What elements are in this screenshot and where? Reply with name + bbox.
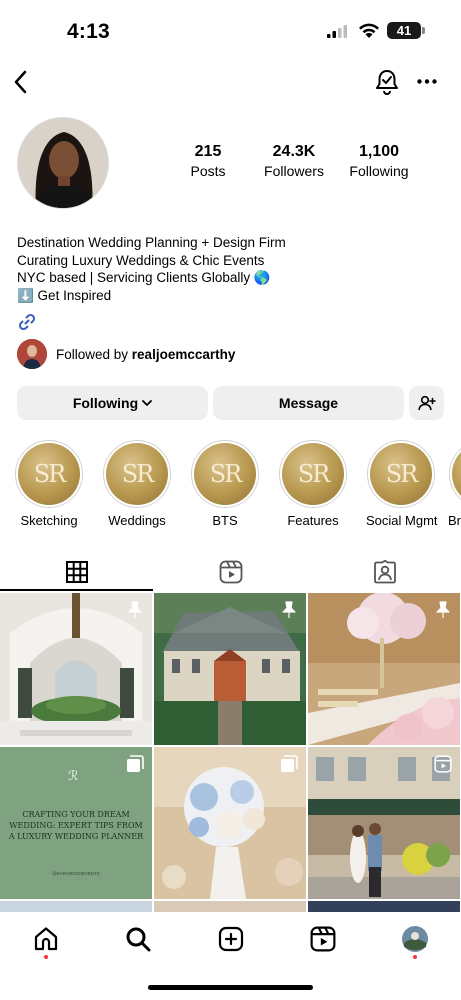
- pin-icon: [436, 601, 450, 618]
- tab-reels[interactable]: [154, 553, 307, 591]
- profile-bio: Destination Wedding Planning + Design Fi…: [17, 234, 286, 304]
- grid-post[interactable]: [0, 901, 152, 912]
- carousel-icon: [127, 755, 144, 772]
- posts-count[interactable]: 215 Posts: [163, 143, 253, 179]
- battery-icon: 41: [387, 22, 421, 39]
- create-icon: [218, 926, 244, 952]
- add-user-button[interactable]: [409, 386, 444, 420]
- home-icon: [34, 927, 58, 951]
- battery-tip: [422, 27, 425, 34]
- post-monogram: ℛ: [68, 769, 79, 784]
- wifi-icon: [359, 23, 379, 38]
- grid-icon: [65, 561, 88, 583]
- more-horizontal-icon[interactable]: [417, 79, 437, 84]
- message-button[interactable]: Message: [213, 386, 404, 420]
- highlight-bts[interactable]: SR BTS: [190, 440, 260, 528]
- followers-label: Followers: [264, 163, 324, 179]
- posts-value: 215: [194, 143, 222, 160]
- post-handle: @SARAROSSEVENTS: [52, 871, 100, 876]
- profile-avatar[interactable]: [17, 117, 109, 209]
- grid-post[interactable]: [154, 901, 306, 912]
- follower-avatar: [17, 339, 47, 369]
- nav-profile[interactable]: [400, 924, 430, 954]
- followers-value: 24.3K: [272, 143, 316, 160]
- followed-by[interactable]: Followed by realjoemccarthy: [17, 339, 235, 369]
- status-bar: 4:13 41: [0, 0, 461, 62]
- followed-by-username: realjoemccarthy: [131, 346, 236, 362]
- notification-dot: [413, 955, 417, 959]
- highlight-label: Social Mgmt: [366, 513, 438, 528]
- highlight-sketching[interactable]: SR Sketching: [14, 440, 84, 528]
- posts-label: Posts: [190, 163, 226, 179]
- following-label: Following: [349, 163, 409, 179]
- pin-icon: [128, 601, 142, 618]
- bio-line: NYC based | Servicing Clients Globally 🌎: [17, 270, 271, 285]
- active-tab-indicator: [0, 589, 153, 591]
- following-count[interactable]: 1,100 Following: [334, 143, 424, 179]
- highlight-social-mgmt[interactable]: SR Social Mgmt: [366, 440, 438, 528]
- highlight-label: Sketching: [20, 513, 78, 528]
- highlight-cover: SR: [18, 443, 80, 505]
- link-icon[interactable]: [17, 312, 37, 332]
- highlight-partial[interactable]: SR Br: [448, 440, 461, 528]
- home-indicator: [148, 985, 313, 990]
- nav-search[interactable]: [123, 924, 153, 954]
- status-time: 4:13: [67, 20, 110, 43]
- highlight-cover: SR: [106, 443, 168, 505]
- following-value: 1,100: [358, 143, 400, 160]
- following-button-label: Following: [72, 395, 139, 411]
- grid-post[interactable]: [308, 747, 460, 899]
- bio-line: Curating Luxury Weddings & Chic Events: [17, 252, 265, 268]
- grid-post[interactable]: [308, 593, 460, 745]
- grid-post[interactable]: [308, 901, 460, 912]
- highlight-cover: SR: [282, 443, 344, 505]
- chevron-down-icon: [142, 399, 153, 406]
- grid-post[interactable]: [154, 747, 306, 899]
- tab-posts[interactable]: [0, 553, 153, 591]
- highlight-clip: SR Br: [448, 440, 461, 540]
- grid-post[interactable]: [0, 593, 152, 745]
- highlight-cover: SR: [370, 443, 432, 505]
- bio-line: Destination Wedding Planning + Design Fi…: [17, 235, 286, 250]
- highlight-label: Features: [287, 513, 339, 528]
- add-user-icon: [417, 395, 436, 411]
- message-button-label: Message: [278, 395, 339, 411]
- tab-tagged[interactable]: [308, 553, 461, 591]
- grid-post[interactable]: ℛ CRAFTING YOUR DREAM WEDDING: EXPERT TI…: [0, 747, 152, 899]
- nav-home[interactable]: [31, 924, 61, 954]
- followed-by-text: Followed by realjoemccarthy: [56, 346, 236, 362]
- carousel-icon: [281, 755, 298, 772]
- profile-avatar-icon: [402, 926, 428, 952]
- nav-reels[interactable]: [308, 924, 338, 954]
- highlight-features[interactable]: SR Features: [278, 440, 348, 528]
- highlight-weddings[interactable]: SR Weddings: [102, 440, 172, 528]
- reels-icon: [310, 926, 336, 952]
- followers-count[interactable]: 24.3K Followers: [249, 143, 339, 179]
- notification-bell-icon[interactable]: [374, 68, 400, 96]
- pin-icon: [282, 601, 296, 618]
- highlight-cover: SR: [452, 443, 461, 505]
- tagged-icon: [373, 560, 396, 584]
- chevron-left-icon[interactable]: [13, 70, 29, 94]
- post-caption: CRAFTING YOUR DREAM WEDDING: EXPERT TIPS…: [8, 810, 144, 841]
- search-icon: [126, 927, 151, 952]
- cellular-signal-icon: [327, 25, 347, 38]
- reel-icon: [434, 755, 452, 773]
- nav-create[interactable]: [216, 924, 246, 954]
- highlight-cover: SR: [194, 443, 256, 505]
- highlight-label: Br: [448, 513, 461, 528]
- bio-line: ⬇️ Get Inspired: [17, 287, 112, 303]
- notification-dot: [44, 955, 48, 959]
- grid-post[interactable]: [154, 593, 306, 745]
- reels-icon: [219, 560, 242, 584]
- following-button[interactable]: Following: [17, 386, 208, 420]
- highlight-label: BTS: [212, 513, 238, 528]
- highlight-label: Weddings: [108, 513, 166, 528]
